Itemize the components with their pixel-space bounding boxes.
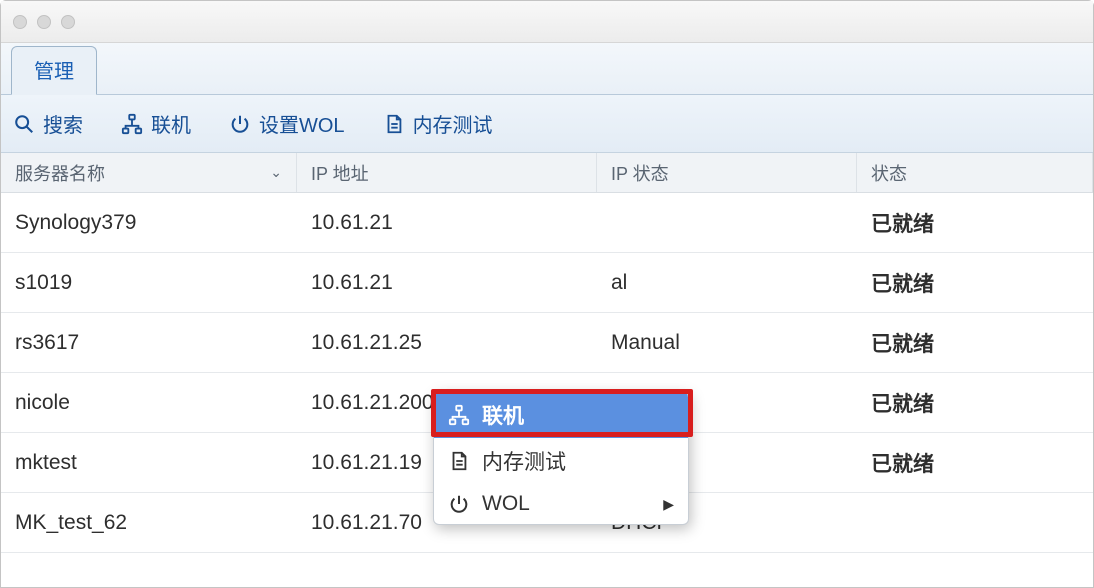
tab-strip: 管理 [1, 43, 1093, 95]
content-area: 服务器名称 ⌄ IP 地址 IP 状态 状态 Synology379 10.61… [1, 153, 1093, 553]
cell-status: 已就绪 [857, 193, 1093, 252]
cell-ipstatus: Manual [597, 313, 857, 372]
cell-ip: 10.61.21.25 [297, 313, 597, 372]
context-menu-label: 联机 [482, 400, 524, 430]
search-icon [13, 113, 35, 135]
context-menu: 联机 内存测试 WOL ▶ [433, 391, 689, 525]
connect-button[interactable]: 联机 [121, 109, 191, 138]
cell-name: Synology379 [1, 193, 297, 252]
context-menu-connect[interactable]: 联机 [434, 392, 688, 438]
cell-name: mktest [1, 433, 297, 492]
context-menu-memtest[interactable]: 内存测试 [434, 438, 688, 484]
window-close-dot[interactable] [13, 15, 27, 29]
cell-name: MK_test_62 [1, 493, 297, 552]
chevron-down-icon: ⌄ [270, 164, 282, 181]
document-icon [448, 450, 470, 472]
cell-status [857, 493, 1093, 552]
column-header-ipstatus[interactable]: IP 状态 [597, 153, 857, 192]
memtest-button[interactable]: 内存测试 [383, 109, 493, 138]
cell-status: 已就绪 [857, 313, 1093, 372]
power-icon [448, 493, 470, 515]
table-row[interactable]: s1019 10.61.21 al 已就绪 [1, 253, 1093, 313]
column-label: 服务器名称 [15, 160, 105, 186]
window-titlebar [1, 1, 1093, 43]
network-icon [448, 404, 470, 426]
context-menu-label: 内存测试 [482, 446, 566, 476]
column-header-status[interactable]: 状态 [857, 153, 1093, 192]
cell-status: 已就绪 [857, 253, 1093, 312]
network-icon [121, 113, 143, 135]
column-label: IP 地址 [311, 160, 369, 186]
cell-name: s1019 [1, 253, 297, 312]
column-label: 状态 [871, 160, 907, 186]
cell-name: rs3617 [1, 313, 297, 372]
window-zoom-dot[interactable] [61, 15, 75, 29]
column-header-ip[interactable]: IP 地址 [297, 153, 597, 192]
cell-name: nicole [1, 373, 297, 432]
power-icon [229, 113, 251, 135]
tab-manage[interactable]: 管理 [11, 46, 97, 95]
toolbar-label: 搜索 [43, 109, 83, 138]
column-label: IP 状态 [611, 160, 669, 186]
toolbar-label: 内存测试 [413, 109, 493, 138]
search-button[interactable]: 搜索 [13, 109, 83, 138]
cell-ipstatus [597, 193, 857, 252]
cell-ip: 10.61.21 [297, 193, 597, 252]
document-icon [383, 113, 405, 135]
table-row[interactable]: Synology379 10.61.21 已就绪 [1, 193, 1093, 253]
wol-button[interactable]: 设置WOL [229, 109, 345, 138]
column-header-name[interactable]: 服务器名称 ⌄ [1, 153, 297, 192]
cell-ipstatus: al [597, 253, 857, 312]
cell-status: 已就绪 [857, 433, 1093, 492]
submenu-arrow-icon: ▶ [663, 496, 674, 513]
toolbar-label: 联机 [151, 109, 191, 138]
toolbar-label: 设置WOL [259, 109, 345, 138]
context-menu-label: WOL [482, 492, 530, 516]
cell-status: 已就绪 [857, 373, 1093, 432]
toolbar: 搜索 联机 设置WOL 内存测试 [1, 95, 1093, 153]
cell-ip: 10.61.21 [297, 253, 597, 312]
table-header: 服务器名称 ⌄ IP 地址 IP 状态 状态 [1, 153, 1093, 193]
window-minimize-dot[interactable] [37, 15, 51, 29]
context-menu-wol[interactable]: WOL ▶ [434, 484, 688, 524]
table-row[interactable]: rs3617 10.61.21.25 Manual 已就绪 [1, 313, 1093, 373]
